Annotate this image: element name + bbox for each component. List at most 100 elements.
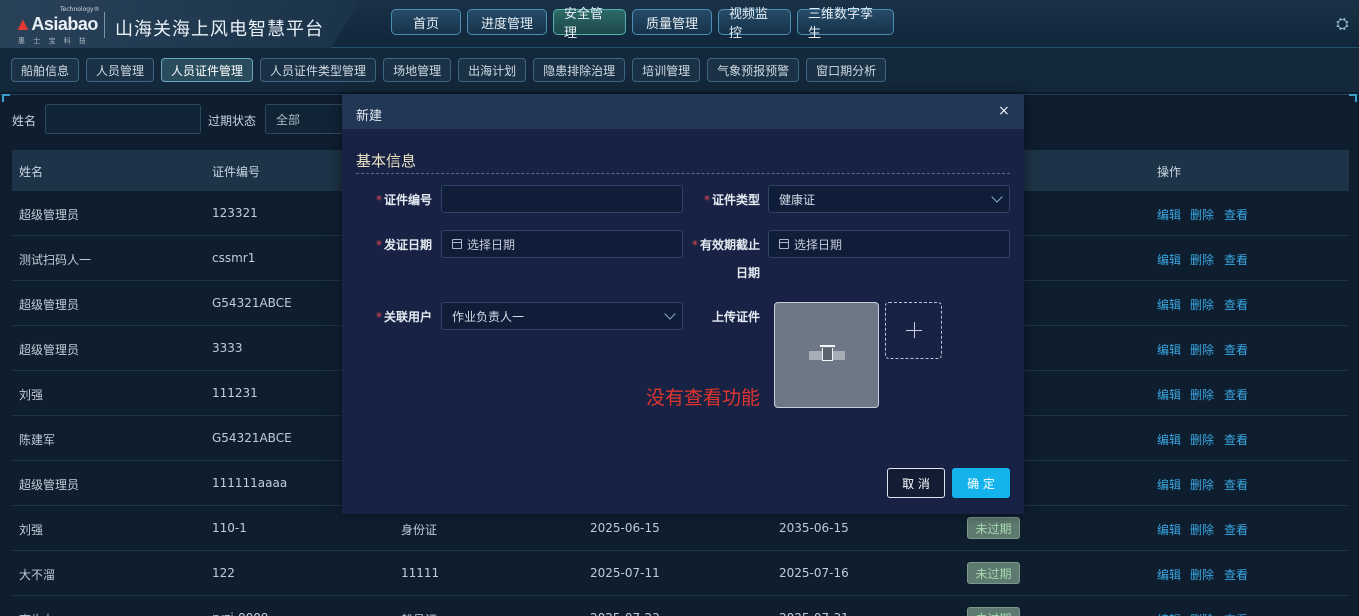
logo-subtitle: 惠 士 宝 科 技 xyxy=(18,37,89,45)
calendar-icon xyxy=(452,239,462,249)
edit-link[interactable]: 编辑 xyxy=(1157,251,1181,268)
issue-date-picker[interactable]: 选择日期 xyxy=(441,230,683,258)
status-badge: 未过期 xyxy=(967,517,1020,539)
delete-link[interactable]: 删除 xyxy=(1190,521,1214,538)
delete-link[interactable]: 删除 xyxy=(1190,341,1214,358)
cert-type-select[interactable]: 健康证 xyxy=(768,185,1010,213)
issue-date-placeholder: 选择日期 xyxy=(467,237,516,252)
cell-name: 超级管理员 xyxy=(19,478,80,492)
required-mark: * xyxy=(376,310,382,324)
nav-progress[interactable]: 进度管理 xyxy=(467,9,547,35)
nav-safety[interactable]: 安全管理 xyxy=(553,7,626,41)
cell-name: 超级管理员 xyxy=(19,343,80,357)
edit-link[interactable]: 编辑 xyxy=(1157,341,1181,358)
tab-window-analysis[interactable]: 窗口期分析 xyxy=(806,58,887,82)
nav-quality[interactable]: 质量管理 xyxy=(632,9,712,35)
view-link[interactable]: 查看 xyxy=(1224,521,1248,538)
tab-training[interactable]: 培训管理 xyxy=(632,58,701,82)
expire-date-picker[interactable]: 选择日期 xyxy=(768,230,1010,258)
calendar-icon xyxy=(779,239,789,249)
cell-cert-number: 3333 xyxy=(212,341,243,355)
uploaded-image[interactable] xyxy=(774,302,879,408)
logo-trademark: Technology® xyxy=(60,6,100,13)
view-link[interactable]: 查看 xyxy=(1224,431,1248,448)
cell-issue-date: 2025-07-11 xyxy=(590,566,660,580)
cell-cert-number: 122 xyxy=(212,566,235,580)
company-logo: Technology® ▲Asiabao 惠 士 宝 科 技 xyxy=(14,6,100,45)
cell-name: 测试扫码人一 xyxy=(19,253,92,267)
delete-link[interactable]: 删除 xyxy=(1190,431,1214,448)
edit-link[interactable]: 编辑 xyxy=(1157,611,1181,616)
edit-link[interactable]: 编辑 xyxy=(1157,566,1181,583)
tab-weather[interactable]: 气象预报预警 xyxy=(707,58,800,82)
delete-link[interactable]: 删除 xyxy=(1190,386,1214,403)
sub-nav: 船舶信息 人员管理 人员证件管理 人员证件类型管理 场地管理 出海计划 隐患排除… xyxy=(11,58,887,82)
cell-name: 陈建军 xyxy=(19,433,56,447)
delete-link[interactable]: 删除 xyxy=(1190,206,1214,223)
edit-link[interactable]: 编辑 xyxy=(1157,431,1181,448)
delete-link[interactable]: 删除 xyxy=(1190,296,1214,313)
view-link[interactable]: 查看 xyxy=(1224,386,1248,403)
view-link[interactable]: 查看 xyxy=(1224,296,1248,313)
cell-issue-date: 2025-06-15 xyxy=(590,521,660,535)
delete-link[interactable]: 删除 xyxy=(1190,476,1214,493)
filter-name-input[interactable] xyxy=(45,104,201,134)
delete-link[interactable]: 删除 xyxy=(1190,566,1214,583)
edit-link[interactable]: 编辑 xyxy=(1157,386,1181,403)
close-icon[interactable]: × xyxy=(998,103,1010,119)
cell-cert-number: rvzj-0009 xyxy=(212,611,269,616)
cell-cert-number: 123321 xyxy=(212,206,258,220)
edit-link[interactable]: 编辑 xyxy=(1157,521,1181,538)
cert-number-label-text: 证件编号 xyxy=(384,193,433,207)
upload-label: 上传证件 xyxy=(711,310,760,324)
col-name: 姓名 xyxy=(19,165,44,179)
tab-sea-plan[interactable]: 出海计划 xyxy=(458,58,527,82)
cell-expire-date: 2025-07-16 xyxy=(779,566,849,580)
app-title: 山海关海上风电智慧平台 xyxy=(115,19,324,40)
tab-cert-type[interactable]: 人员证件类型管理 xyxy=(260,58,377,82)
upload-add-button[interactable] xyxy=(885,302,942,359)
new-cert-dialog: 新建 × 基本信息 * 证件编号 * 证件类型 健康证 * 发证日期 选择日期 * 有效… xyxy=(342,94,1024,514)
cell-cert-number: 110-1 xyxy=(212,521,247,535)
view-link[interactable]: 查看 xyxy=(1224,611,1248,616)
nav-video[interactable]: 视频监控 xyxy=(718,7,791,41)
logo-mark-icon: ▲ xyxy=(14,14,32,34)
user-label-text: 关联用户 xyxy=(384,310,433,324)
nav-home[interactable]: 首页 xyxy=(391,9,461,35)
tab-ship-info[interactable]: 船舶信息 xyxy=(11,58,80,82)
tab-personnel-cert[interactable]: 人员证件管理 xyxy=(161,58,254,82)
cancel-button[interactable]: 取 消 xyxy=(887,468,945,498)
user-icon[interactable]: ⛭ xyxy=(1336,14,1356,34)
view-link[interactable]: 查看 xyxy=(1224,341,1248,358)
tab-hazard[interactable]: 隐患排除治理 xyxy=(533,58,626,82)
confirm-button[interactable]: 确 定 xyxy=(952,468,1010,498)
frame-corner xyxy=(1349,94,1357,102)
view-link[interactable]: 查看 xyxy=(1224,251,1248,268)
tab-site[interactable]: 场地管理 xyxy=(383,58,452,82)
edit-link[interactable]: 编辑 xyxy=(1157,206,1181,223)
cert-type-value: 健康证 xyxy=(779,192,816,207)
trash-icon[interactable] xyxy=(820,345,835,361)
logo-text: Asiabao xyxy=(31,14,98,34)
cell-issue-date: 2025-07-23 xyxy=(590,611,660,616)
view-link[interactable]: 查看 xyxy=(1224,566,1248,583)
expire-date-label-line2: 日期 xyxy=(735,266,760,280)
user-label: * 关联用户 xyxy=(376,308,432,325)
nav-digital-twin[interactable]: 三维数字孪生 xyxy=(797,7,894,41)
edit-link[interactable]: 编辑 xyxy=(1157,476,1181,493)
cert-type-label: * 证件类型 xyxy=(702,191,760,208)
user-select[interactable]: 作业负责人一 xyxy=(441,302,683,330)
header-divider xyxy=(104,12,105,38)
view-link[interactable]: 查看 xyxy=(1224,206,1248,223)
status-badge: 未过期 xyxy=(967,607,1020,616)
view-link[interactable]: 查看 xyxy=(1224,476,1248,493)
cert-type-label-text: 证件类型 xyxy=(711,193,760,207)
cert-number-input[interactable] xyxy=(441,185,683,213)
tab-personnel[interactable]: 人员管理 xyxy=(86,58,155,82)
issue-date-label: * 发证日期 xyxy=(376,236,432,253)
delete-link[interactable]: 删除 xyxy=(1190,611,1214,616)
section-divider xyxy=(356,173,1010,174)
edit-link[interactable]: 编辑 xyxy=(1157,296,1181,313)
cell-expire-date: 2025-07-31 xyxy=(779,611,849,616)
delete-link[interactable]: 删除 xyxy=(1190,251,1214,268)
